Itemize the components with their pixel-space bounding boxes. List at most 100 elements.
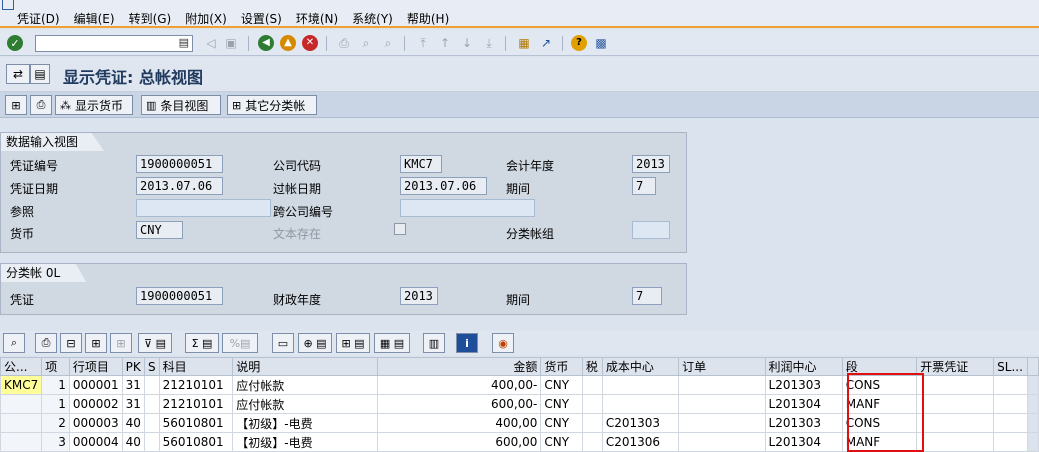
cell-pk[interactable]: 31 bbox=[121, 375, 145, 395]
entry-view-button[interactable]: ▥ 条目视图 bbox=[141, 95, 221, 115]
dropdown-icon[interactable]: ▤ bbox=[179, 36, 189, 49]
menu-system[interactable]: 系统(Y) bbox=[352, 10, 393, 27]
display-variant-icon[interactable]: ▦ ▤ bbox=[374, 333, 410, 353]
cell-order[interactable] bbox=[678, 375, 766, 395]
first-page-icon[interactable]: ⤒ bbox=[414, 34, 432, 52]
cell-company[interactable] bbox=[0, 432, 43, 452]
table-row[interactable]: KMC7 1 000001 31 21210101 应付帐款 400,00- C… bbox=[0, 375, 1039, 395]
company-code-field[interactable]: KMC7 bbox=[400, 155, 442, 173]
customize-icon[interactable]: ▩ bbox=[592, 34, 610, 52]
view-icon[interactable]: ▭ bbox=[272, 333, 294, 353]
menu-environment[interactable]: 环境(N) bbox=[296, 10, 338, 27]
cell-currency[interactable]: CNY bbox=[540, 375, 583, 395]
cell-billing-doc[interactable] bbox=[916, 394, 995, 414]
cell-cost-center[interactable] bbox=[601, 375, 680, 395]
menu-extras[interactable]: 附加(X) bbox=[185, 10, 227, 27]
cell-profit-center[interactable]: L201303 bbox=[764, 413, 843, 433]
change-display-icon[interactable]: ⊞ bbox=[5, 95, 27, 115]
cell-s[interactable] bbox=[143, 432, 160, 452]
col-description[interactable]: 说明 bbox=[232, 357, 379, 376]
cell-s[interactable] bbox=[143, 394, 160, 414]
print-preview-icon[interactable]: ⎙ bbox=[35, 333, 57, 353]
subtotal-icon[interactable]: %▤ bbox=[222, 333, 258, 353]
change-layout-icon[interactable]: ⊞ ▤ bbox=[336, 333, 370, 353]
find-next-icon[interactable]: ⌕ bbox=[379, 34, 397, 52]
cell-pk[interactable]: 40 bbox=[121, 432, 145, 452]
col-company[interactable]: 公... bbox=[0, 357, 43, 376]
col-sl[interactable]: SL... bbox=[993, 357, 1029, 376]
cell-description[interactable]: 应付帐款 bbox=[232, 375, 379, 395]
col-line[interactable]: 行项目 bbox=[68, 357, 123, 376]
cell-line[interactable]: 000004 bbox=[68, 432, 123, 452]
cell-order[interactable] bbox=[678, 394, 766, 414]
cell-item[interactable]: 1 bbox=[41, 394, 70, 414]
help-icon[interactable]: ? bbox=[571, 35, 587, 51]
menu-document[interactable]: 凭证(D) bbox=[17, 10, 60, 27]
next-page-icon[interactable]: ↓ bbox=[458, 34, 476, 52]
cell-sl[interactable] bbox=[993, 413, 1029, 433]
col-tax[interactable]: 税 bbox=[581, 357, 603, 376]
color-icon[interactable]: ◉ bbox=[492, 333, 514, 353]
toggle-icon[interactable]: ⇄ bbox=[6, 64, 30, 84]
cell-sl[interactable] bbox=[993, 375, 1029, 395]
cell-tax[interactable] bbox=[581, 394, 603, 414]
col-order[interactable]: 订单 bbox=[678, 357, 766, 376]
command-field[interactable]: ▤ bbox=[35, 35, 193, 52]
menu-edit[interactable]: 编辑(E) bbox=[74, 10, 115, 27]
display-currency-button[interactable]: ⁂ 显示货币 bbox=[55, 95, 133, 115]
cell-segment[interactable]: CONS bbox=[841, 413, 918, 433]
cell-amount[interactable]: 600,00- bbox=[377, 394, 542, 414]
cell-cost-center[interactable]: C201303 bbox=[601, 413, 680, 433]
cell-item[interactable]: 3 bbox=[41, 432, 70, 452]
export-list-icon[interactable]: ⊕ ▤ bbox=[298, 333, 332, 353]
cell-currency[interactable]: CNY bbox=[540, 432, 583, 452]
filter-icon[interactable]: ⊽ ▤ bbox=[138, 333, 172, 353]
sum-icon[interactable]: Σ ▤ bbox=[185, 333, 219, 353]
export-icon[interactable]: ⊞ bbox=[85, 333, 107, 353]
col-pk[interactable]: PK bbox=[121, 357, 145, 376]
find-icon[interactable]: ⌕ bbox=[357, 34, 375, 52]
cell-account[interactable]: 56010801 bbox=[158, 413, 234, 433]
cell-account[interactable]: 56010801 bbox=[158, 432, 234, 452]
col-item[interactable]: 项 bbox=[41, 357, 70, 376]
posting-date-field[interactable]: 2013.07.06 bbox=[400, 177, 487, 195]
cell-pk[interactable]: 31 bbox=[121, 394, 145, 414]
layout-icon[interactable]: ⊟ bbox=[60, 333, 82, 353]
save-icon[interactable]: ▣ bbox=[222, 34, 240, 52]
col-profit-center[interactable]: 利润中心 bbox=[764, 357, 843, 376]
cell-profit-center[interactable]: L201303 bbox=[764, 375, 843, 395]
other-ledger-button[interactable]: ⊞ 其它分类帐 bbox=[227, 95, 317, 115]
last-page-icon[interactable]: ⤓ bbox=[480, 34, 498, 52]
exit-icon[interactable]: ▲ bbox=[280, 35, 296, 51]
cell-description[interactable]: 【初级】-电费 bbox=[232, 432, 379, 452]
doc-number-field[interactable]: 1900000051 bbox=[136, 155, 223, 173]
col-account[interactable]: 科目 bbox=[158, 357, 234, 376]
cell-cost-center[interactable] bbox=[601, 394, 680, 414]
create-session-icon[interactable]: ▦ bbox=[515, 34, 533, 52]
cell-line[interactable]: 000001 bbox=[68, 375, 123, 395]
other-document-icon[interactable]: ⎙ bbox=[30, 95, 52, 115]
prev-page-icon[interactable]: ↑ bbox=[436, 34, 454, 52]
cell-tax[interactable] bbox=[581, 413, 603, 433]
cell-s[interactable] bbox=[143, 413, 160, 433]
col-cost-center[interactable]: 成本中心 bbox=[601, 357, 680, 376]
cell-currency[interactable]: CNY bbox=[540, 394, 583, 414]
cell-segment[interactable]: MANF bbox=[841, 432, 918, 452]
cell-segment[interactable]: CONS bbox=[841, 375, 918, 395]
ledger-fiscal-year-field[interactable]: 2013 bbox=[400, 287, 438, 305]
cell-item[interactable]: 2 bbox=[41, 413, 70, 433]
period-field[interactable]: 7 bbox=[632, 177, 656, 195]
col-s[interactable]: S bbox=[143, 357, 160, 376]
cell-line[interactable]: 000002 bbox=[68, 394, 123, 414]
cell-cost-center[interactable]: C201306 bbox=[601, 432, 680, 452]
cell-description[interactable]: 应付帐款 bbox=[232, 394, 379, 414]
cell-amount[interactable]: 400,00- bbox=[377, 375, 542, 395]
cell-segment[interactable]: MANF bbox=[841, 394, 918, 414]
details-icon[interactable]: ⌕ bbox=[3, 333, 25, 353]
table-row[interactable]: 2 000003 40 56010801 【初级】-电费 400,00 CNY … bbox=[0, 413, 1039, 433]
cell-s[interactable] bbox=[143, 375, 160, 395]
cell-profit-center[interactable]: L201304 bbox=[764, 432, 843, 452]
cell-currency[interactable]: CNY bbox=[540, 413, 583, 433]
col-amount[interactable]: 金额 bbox=[377, 357, 542, 376]
col-currency[interactable]: 货币 bbox=[540, 357, 583, 376]
